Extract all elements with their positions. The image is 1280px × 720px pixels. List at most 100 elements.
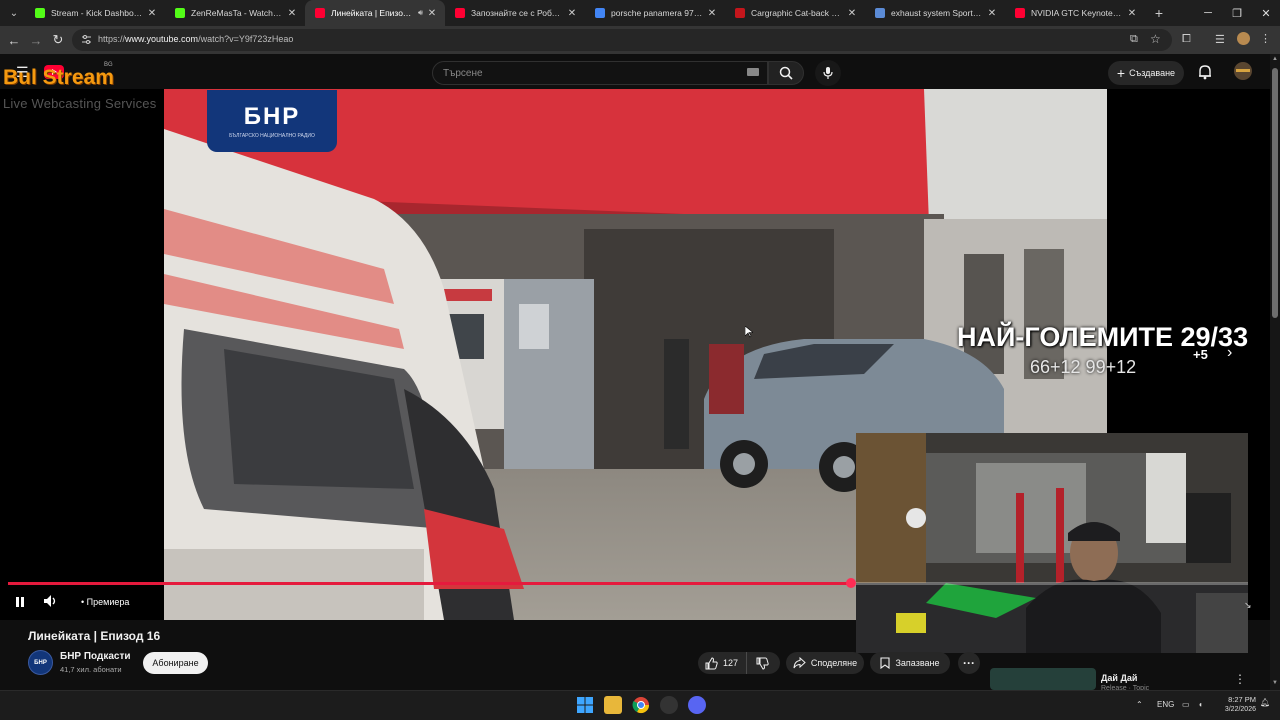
browser-tab[interactable]: Запознайте се с Робърт – новия ✕ <box>445 0 585 26</box>
search-button[interactable] <box>768 61 804 85</box>
browser-tab[interactable]: NVIDIA GTC Keynote 2026 - ✕ <box>1005 0 1145 26</box>
notifications-button[interactable] <box>1198 64 1212 85</box>
progress-bar-played <box>8 582 852 585</box>
extensions-icon[interactable]: ⧠ <box>1182 33 1191 46</box>
profile-avatar[interactable] <box>1237 32 1250 45</box>
thumbs-up-icon <box>705 656 718 669</box>
ellipsis-icon: ··· <box>963 656 975 670</box>
browser-tab[interactable]: Stream - Kick Dashboard ✕ <box>25 0 165 26</box>
tab-favicon-icon <box>875 8 885 18</box>
close-window-button[interactable]: ✕ <box>1251 0 1280 26</box>
bulstream-brand: Bul Stream <box>3 66 114 89</box>
premiere-label: • Премиера <box>81 597 130 607</box>
related-video-thumbnail[interactable] <box>990 668 1096 690</box>
tab-close-icon[interactable]: ✕ <box>1127 8 1137 19</box>
scroll-down-arrow[interactable]: ▼ <box>1271 680 1279 686</box>
subscriber-count: 41,7 хил. абонати <box>60 665 122 674</box>
address-bar[interactable]: https://www.youtube.com/watch?v=Y9f723zH… <box>72 29 1172 51</box>
reading-list-icon[interactable]: ☰ <box>1215 33 1225 46</box>
file-explorer-icon[interactable] <box>604 696 622 714</box>
bookmark-star-icon[interactable]: ☆ <box>1150 32 1161 46</box>
save-button[interactable]: Запазване <box>870 652 950 674</box>
tray-overflow-icon[interactable]: ⌃ <box>1136 700 1143 709</box>
clock-time[interactable]: 8:27 PM <box>1224 695 1256 704</box>
like-count: 127 <box>723 658 739 668</box>
create-button[interactable]: + Създаване <box>1108 61 1184 85</box>
channel-avatar[interactable]: БНР <box>28 650 53 675</box>
new-tab-button[interactable]: + <box>1151 5 1167 21</box>
mute-button[interactable] <box>43 594 61 610</box>
related-video-title[interactable]: Дай Дай <box>1101 673 1137 683</box>
chrome-icon[interactable] <box>632 696 650 714</box>
pause-button[interactable] <box>12 594 28 610</box>
browser-toolbar: ← → ↻ https://www.youtube.com/watch?v=Y9… <box>0 26 1280 54</box>
minimize-button[interactable]: ─ <box>1193 0 1223 26</box>
windows-start-icon[interactable] <box>576 696 594 714</box>
stream-overlay-extra: +5 <box>1193 347 1208 362</box>
search-input[interactable]: Търсене <box>432 61 768 85</box>
clock-date[interactable]: 3/22/2026 <box>1217 706 1256 713</box>
tab-search-button[interactable]: ⌄ <box>3 2 25 24</box>
language-indicator[interactable]: ENG <box>1157 700 1174 709</box>
speaker-icon[interactable]: ◖ <box>1198 700 1203 709</box>
discord-icon[interactable] <box>688 696 706 714</box>
browser-tab[interactable]: ZenReMasTa - Watch the VOD ✕ <box>165 0 305 26</box>
reload-button[interactable]: ↻ <box>49 31 67 49</box>
tab-close-icon[interactable]: ✕ <box>987 8 997 19</box>
forward-button[interactable]: → <box>27 31 45 49</box>
scroll-up-arrow[interactable]: ▲ <box>1271 56 1279 62</box>
bulstream-tagline: Live Webcasting Services <box>3 96 157 111</box>
page-scrollbar[interactable]: ▲ ▼ <box>1270 54 1280 690</box>
browser-tab[interactable]: porsche panamera 970 under ✕ <box>585 0 725 26</box>
subscribe-button[interactable]: Абониране <box>143 652 208 674</box>
browser-menu-icon[interactable]: ⋮ <box>1260 32 1271 45</box>
tab-favicon-icon <box>35 8 45 18</box>
tab-close-icon[interactable]: ✕ <box>707 8 717 19</box>
tab-favicon-icon <box>735 8 745 18</box>
tab-close-icon[interactable]: ✕ <box>287 8 297 19</box>
account-avatar[interactable] <box>1234 62 1252 80</box>
browser-tab[interactable]: Cargraphic Cat-back Sport Exhaust ✕ <box>725 0 865 26</box>
maximize-button[interactable]: ❐ <box>1222 0 1252 26</box>
tab-close-icon[interactable]: ✕ <box>147 8 157 19</box>
share-icon <box>793 657 806 669</box>
keyboard-icon[interactable] <box>747 68 759 76</box>
network-icon[interactable]: ▭ <box>1182 700 1190 709</box>
pause-icon <box>16 597 24 607</box>
notification-center-icon[interactable]: 🔔︎ <box>1260 698 1270 707</box>
tab-title: ZenReMasTa - Watch the VOD <box>191 8 283 18</box>
tab-close-icon[interactable]: ✕ <box>847 8 857 19</box>
tab-title: porsche panamera 970 under <box>611 8 703 18</box>
install-app-icon[interactable]: ⧉ <box>1130 33 1138 46</box>
tab-audio-icon[interactable]: 🔊︎ <box>418 8 423 18</box>
mouse-cursor-icon <box>745 326 753 338</box>
tab-title: exhaust system Sport version <box>891 8 983 18</box>
share-label: Споделяне <box>810 658 858 668</box>
back-button[interactable]: ← <box>5 31 23 49</box>
obs-icon[interactable] <box>660 696 678 714</box>
stream-overlay-scores: 66+12 99+12 <box>1030 357 1137 377</box>
site-info-icon[interactable] <box>81 34 92 45</box>
tab-title: Запознайте се с Робърт – новия <box>471 8 563 18</box>
like-button[interactable]: 127 <box>698 652 748 674</box>
tab-title: Stream - Kick Dashboard <box>51 8 143 18</box>
resize-handle-icon[interactable]: ↘ <box>1244 600 1252 611</box>
tab-close-icon[interactable]: ✕ <box>567 8 577 19</box>
browser-tab[interactable]: exhaust system Sport version ✕ <box>865 0 1005 26</box>
progress-bar[interactable] <box>8 578 1248 588</box>
related-video-menu-icon[interactable]: ⋮ <box>1234 672 1246 686</box>
share-button[interactable]: Споделяне <box>786 652 864 674</box>
bnr-logo-subtitle: БЪЛГАРСКО НАЦИОНАЛНО РАДИО <box>229 133 315 139</box>
browser-tab[interactable]: Линейката | Епизод 16 🔊︎ ✕ <box>305 0 445 26</box>
scrollbar-thumb[interactable] <box>1272 68 1278 318</box>
bulstream-overlay-logo: Bul Stream Live Webcasting Services <box>3 64 178 114</box>
bell-icon <box>1199 65 1211 80</box>
channel-name[interactable]: БНР Подкасти <box>60 651 131 662</box>
more-actions-button[interactable]: ··· <box>958 652 980 674</box>
bookmark-icon <box>880 657 891 669</box>
tab-favicon-icon <box>455 8 465 18</box>
tab-close-icon[interactable]: ✕ <box>427 8 437 19</box>
voice-search-button[interactable] <box>815 60 841 86</box>
dislike-button[interactable] <box>747 652 778 674</box>
chevron-right-icon: › <box>1227 344 1233 361</box>
